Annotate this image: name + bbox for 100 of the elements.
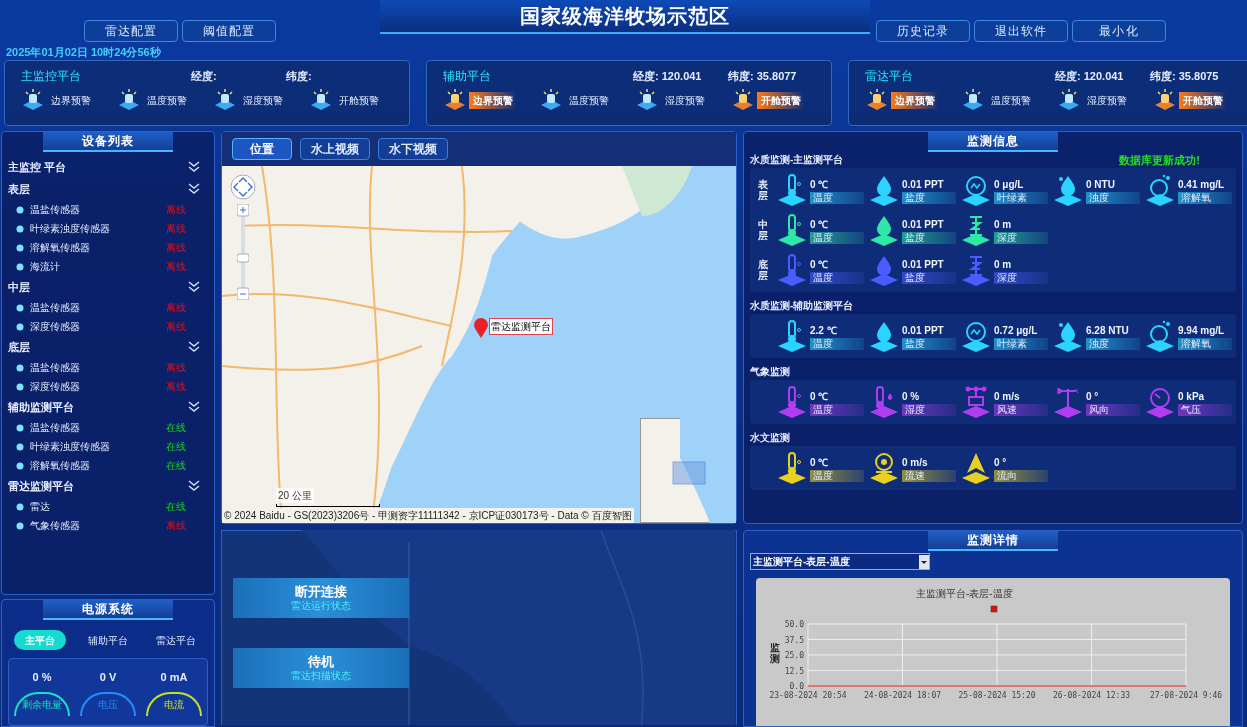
map-tab[interactable]: 水上视频 <box>300 138 370 160</box>
alarm-label: 开舱预警 <box>1179 91 1227 109</box>
layer-label: 底层 <box>758 259 768 281</box>
platform-name: 辅助平台 <box>443 68 492 85</box>
metric-label: 气压 <box>1178 403 1232 416</box>
metric-label: 流向 <box>994 469 1048 482</box>
metric-value: 0 kPa <box>1178 389 1206 404</box>
radar-control-button[interactable]: 断开连接 雷达运行状态 <box>233 578 409 618</box>
metric-label: 温度 <box>810 191 864 204</box>
device-group[interactable]: 底层 <box>8 336 208 358</box>
header-button[interactable]: 历史记录 <box>876 20 970 42</box>
y-tick-label: 12.5 <box>784 666 804 676</box>
device-group[interactable]: 表层 <box>8 178 208 200</box>
alarm-label: 湿度预警 <box>1086 93 1128 108</box>
device-name: 气象传感器 <box>30 519 81 533</box>
device-name: 叶绿素浊度传感器 <box>30 440 111 454</box>
device-group[interactable]: 辅助监测平台 <box>8 396 208 418</box>
device-status: 离线 <box>166 241 186 255</box>
device-status: 离线 <box>166 260 186 274</box>
app-title: 国家级海洋牧场示范区 <box>520 4 730 29</box>
status-dot-icon <box>16 382 24 391</box>
status-dot-icon <box>16 262 24 271</box>
metric-value: 0 ℃ <box>810 257 830 272</box>
metric-value: 0.01 PPT <box>902 217 945 232</box>
alarm-label: 湿度预警 <box>242 93 284 108</box>
device-group[interactable]: 中层 <box>8 276 208 298</box>
alarm-label: 温度预警 <box>990 93 1032 108</box>
latitude-text: 纬度: 35.8077 <box>728 68 797 84</box>
device-name: 温盐传感器 <box>30 203 81 217</box>
alarm-label: 边界预警 <box>891 91 939 109</box>
header-button[interactable]: 退出软件 <box>974 20 1068 42</box>
metric-label: 温度 <box>810 469 864 482</box>
longitude-text: 经度: 120.041 <box>1055 68 1125 84</box>
metric-label: 盐度 <box>902 231 956 244</box>
device-name: 海流计 <box>30 260 61 274</box>
metric-value: 6.28 NTU <box>1086 323 1130 338</box>
config-button[interactable]: 雷达配置 <box>84 20 178 42</box>
view-selector[interactable]: 主监测平台-表层-温度 <box>750 553 930 570</box>
metric-label: 风向 <box>1086 403 1140 416</box>
panel-title: 电源系统 <box>43 600 173 620</box>
metric-label: 盐度 <box>902 271 956 284</box>
radar-control-button[interactable]: 待机 雷达扫描状态 <box>233 648 409 688</box>
section-title: 水质监测-辅助监测平台 <box>750 299 854 312</box>
alarm-label: 温度预警 <box>568 93 610 108</box>
metric-label: 深度 <box>994 271 1048 284</box>
metric-label: 盐度 <box>902 191 956 204</box>
x-tick-label: 23-08-2024 20:54 <box>769 691 847 700</box>
status-dot-icon <box>16 521 24 530</box>
gauge-ring: 剩余电量 <box>14 691 70 716</box>
device-status: 在线 <box>166 421 186 435</box>
y-tick-label: 0.0 <box>789 682 804 691</box>
metric-label: 溶解氧 <box>1178 191 1232 204</box>
metric-label: 盐度 <box>902 337 956 350</box>
status-dot-icon <box>16 461 24 470</box>
metric-value: 0 m <box>994 217 1013 232</box>
metric-value: 0 m <box>994 257 1013 272</box>
alarm-label: 开舱预警 <box>757 91 805 109</box>
y-tick-label: 37.5 <box>784 635 804 645</box>
platform-tab[interactable]: 辅助平台 <box>82 630 134 650</box>
device-name: 深度传感器 <box>30 380 81 394</box>
latitude-text: 纬度: 35.8075 <box>1150 68 1219 84</box>
device-name: 温盐传感器 <box>30 421 81 435</box>
panel-title: 设备列表 <box>43 132 173 152</box>
device-status: 在线 <box>166 459 186 473</box>
metric-value: 0 ℃ <box>810 217 830 232</box>
config-button[interactable]: 阈值配置 <box>182 20 276 42</box>
metric-value: 0 NTU <box>1086 177 1116 192</box>
device-name: 雷达 <box>30 500 51 514</box>
map-tab[interactable]: 位置 <box>232 138 292 160</box>
layer-label: 中层 <box>758 219 768 241</box>
device-name: 溶解氧传感器 <box>30 241 91 255</box>
alarm-label: 温度预警 <box>146 93 188 108</box>
metric-value: 9.94 mg/L <box>1178 323 1226 338</box>
metric-value: 0 m/s <box>902 455 929 470</box>
status-dot-icon <box>16 205 24 214</box>
status-dot-icon <box>16 303 24 312</box>
map-pin-icon <box>474 318 488 338</box>
reading-value: 0 % <box>32 670 52 685</box>
platform-tab[interactable]: 雷达平台 <box>150 630 202 650</box>
device-status: 离线 <box>166 320 186 334</box>
map-tab[interactable]: 水下视频 <box>378 138 448 160</box>
metric-value: 0 ℃ <box>810 389 830 404</box>
metric-value: 0 ℃ <box>810 455 830 470</box>
device-status: 离线 <box>166 222 186 236</box>
double-chevron-down-icon <box>188 281 200 293</box>
metric-label: 溶解氧 <box>1178 337 1232 350</box>
header-button[interactable]: 最小化 <box>1072 20 1166 42</box>
metric-label: 湿度 <box>902 403 956 416</box>
status-dot-icon <box>16 502 24 511</box>
double-chevron-down-icon <box>188 161 200 173</box>
device-group[interactable]: 主监控 平台 <box>8 156 208 178</box>
device-group[interactable]: 雷达监测平台 <box>8 475 208 497</box>
longitude-text: 经度: <box>191 68 218 84</box>
gauge-ring: 电压 <box>80 691 136 716</box>
metric-label: 叶绿素 <box>994 191 1048 204</box>
alarm-label: 边界预警 <box>50 93 92 108</box>
metric-value: 0.72 μg/L <box>994 323 1039 338</box>
zoom-slider-icon <box>237 204 249 300</box>
chart-title: 主监测平台-表层-温度 <box>916 587 1013 601</box>
device-name: 叶绿素浊度传感器 <box>30 222 111 236</box>
